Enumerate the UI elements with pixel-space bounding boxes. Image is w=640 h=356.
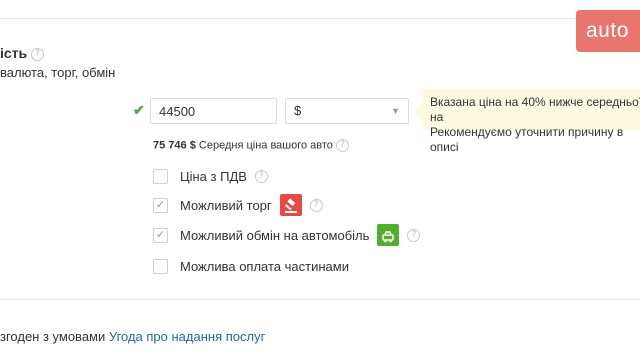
average-price: 75 746 $ Середня ціна вашого авто ? bbox=[153, 139, 349, 152]
section-title: ість ? bbox=[0, 45, 45, 61]
option-installments[interactable]: Можлива оплата частинами bbox=[153, 256, 349, 276]
price-warning-tooltip: Вказана ціна на 40% нижче середньої на Р… bbox=[422, 89, 640, 154]
chevron-down-icon: ▼ bbox=[391, 106, 400, 116]
help-icon[interactable]: ? bbox=[254, 169, 268, 183]
option-vat[interactable]: Ціна з ПДВ ? bbox=[153, 166, 268, 186]
bottom-divider bbox=[0, 299, 640, 300]
site-logo[interactable]: auto bbox=[576, 10, 640, 52]
help-icon[interactable]: ? bbox=[335, 139, 349, 152]
currency-value: $ bbox=[294, 103, 302, 118]
valid-check-icon: ✔ bbox=[133, 102, 145, 118]
average-amount: 75 746 $ bbox=[153, 139, 196, 152]
tooltip-line-2: Рекомендуємо уточнити причину в описі bbox=[430, 125, 624, 154]
option-exchange[interactable]: ✓ Можливий обмін на автомобіль ? bbox=[153, 224, 421, 246]
currency-select[interactable]: $ ▼ bbox=[285, 98, 409, 124]
option-label: Можливий торг bbox=[180, 197, 272, 213]
average-label: Середня ціна вашого авто bbox=[198, 139, 333, 152]
section-title-text: ість bbox=[0, 45, 28, 61]
option-bargain[interactable]: ✓ Можливий торг ? bbox=[153, 194, 323, 216]
help-icon[interactable]: ? bbox=[407, 228, 421, 242]
car-exchange-icon bbox=[377, 224, 400, 246]
vat-checkbox[interactable] bbox=[153, 168, 168, 184]
section-subtitle: валюта, торг, обмін bbox=[0, 65, 116, 80]
option-label: Можливий обмін на автомобіль bbox=[180, 227, 370, 243]
agreement-prefix: згоден з умовами bbox=[0, 329, 106, 344]
help-icon[interactable]: ? bbox=[309, 198, 323, 212]
option-label: Можлива оплата частинами bbox=[180, 258, 349, 274]
tooltip-arrow bbox=[414, 103, 422, 119]
terms-link[interactable]: Угода про надання послуг bbox=[109, 329, 265, 344]
exchange-checkbox[interactable]: ✓ bbox=[153, 227, 168, 243]
option-label: Ціна з ПДВ bbox=[180, 168, 247, 184]
agreement-text: згоден з умовами Угода про надання послу… bbox=[0, 329, 265, 344]
tooltip-line-1: Вказана ціна на 40% нижче середньої на bbox=[430, 95, 640, 124]
help-icon[interactable]: ? bbox=[31, 47, 45, 61]
gavel-icon bbox=[279, 194, 302, 216]
top-divider bbox=[0, 18, 600, 19]
bargain-checkbox[interactable]: ✓ bbox=[153, 197, 168, 213]
price-input[interactable] bbox=[150, 98, 277, 124]
installments-checkbox[interactable] bbox=[153, 258, 168, 274]
